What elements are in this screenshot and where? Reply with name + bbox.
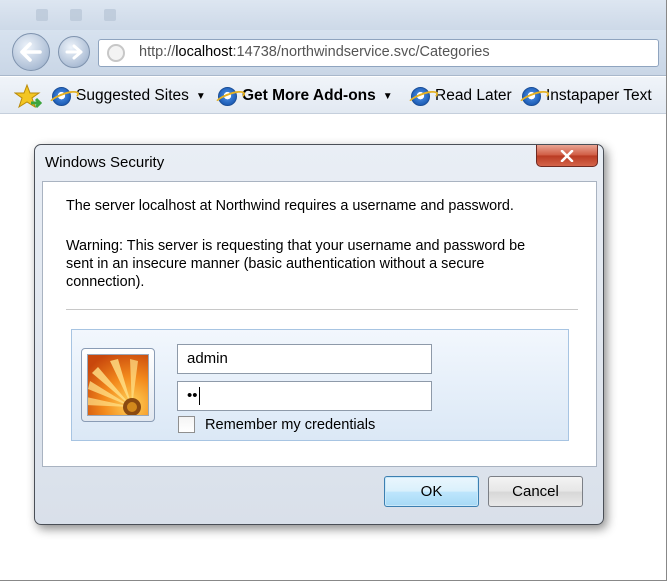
ok-button[interactable]: OK <box>384 476 479 507</box>
remember-credentials-checkbox[interactable] <box>178 416 195 433</box>
back-arrow-icon <box>20 42 42 62</box>
close-icon <box>560 149 574 162</box>
favorite-label: Read Later <box>435 87 512 104</box>
warning-message-line: sent in an insecure manner (basic authen… <box>66 256 485 272</box>
remember-credentials-row[interactable]: Remember my credentials <box>178 416 375 433</box>
navigation-bar: http://localhost:14738/northwindservice.… <box>0 30 667 76</box>
back-button[interactable] <box>12 33 50 71</box>
remember-credentials-label[interactable]: Remember my credentials <box>205 417 375 433</box>
credential-tile[interactable]: admin •• Remember my credentials <box>71 329 569 441</box>
page-loading-icon <box>107 44 125 62</box>
favorite-instapaper-text[interactable]: Instapaper Text <box>522 85 652 107</box>
forward-button[interactable] <box>58 36 90 68</box>
url-text[interactable]: http://localhost:14738/northwindservice.… <box>139 44 490 60</box>
favorite-label: Get More Add-ons <box>242 87 376 104</box>
favorites-bar: Suggested Sites ▼ Get More Add-ons ▼ Rea… <box>0 77 667 114</box>
server-message: The server localhost at Northwind requir… <box>66 198 514 214</box>
user-picture <box>81 348 155 422</box>
password-field[interactable]: •• <box>177 381 432 411</box>
divider <box>66 309 578 310</box>
favorite-get-more-addons[interactable]: Get More Add-ons ▼ <box>218 85 393 107</box>
internet-explorer-icon <box>411 86 430 106</box>
windows-security-dialog: Windows Security The server localhost at… <box>34 144 604 525</box>
favorite-suggested-sites[interactable]: Suggested Sites ▼ <box>52 85 206 107</box>
favorite-read-later[interactable]: Read Later <box>411 85 512 107</box>
warning-message-line: Warning: This server is requesting that … <box>66 238 526 254</box>
dialog-content: The server localhost at Northwind requir… <box>42 181 597 467</box>
chevron-down-icon: ▼ <box>382 90 393 102</box>
internet-explorer-icon <box>218 86 237 106</box>
cancel-button[interactable]: Cancel <box>488 476 583 507</box>
text-caret <box>198 387 200 406</box>
browser-title-bar <box>0 0 667 30</box>
forward-arrow-icon <box>65 44 83 60</box>
warning-message-line: connection). <box>66 274 145 290</box>
tab-icon <box>104 9 116 21</box>
url-host: localhost <box>175 44 233 60</box>
chevron-down-icon: ▼ <box>195 90 206 102</box>
url-path: :14738/northwindservice.svc/Categories <box>232 44 490 60</box>
internet-explorer-icon <box>522 86 541 106</box>
url-scheme: http:// <box>139 44 176 60</box>
internet-explorer-icon <box>52 86 71 106</box>
tab-icon <box>36 9 48 21</box>
favorites-star-icon[interactable] <box>14 83 42 109</box>
flower-user-picture <box>88 355 148 415</box>
dialog-title: Windows Security <box>45 154 165 171</box>
password-mask: •• <box>187 387 198 404</box>
favorite-label: Suggested Sites <box>76 87 189 104</box>
username-field[interactable]: admin <box>177 344 432 374</box>
address-bar[interactable]: http://localhost:14738/northwindservice.… <box>98 39 659 67</box>
favorite-label: Instapaper Text <box>546 87 652 104</box>
close-button[interactable] <box>536 145 598 167</box>
tab-icon <box>70 9 82 21</box>
